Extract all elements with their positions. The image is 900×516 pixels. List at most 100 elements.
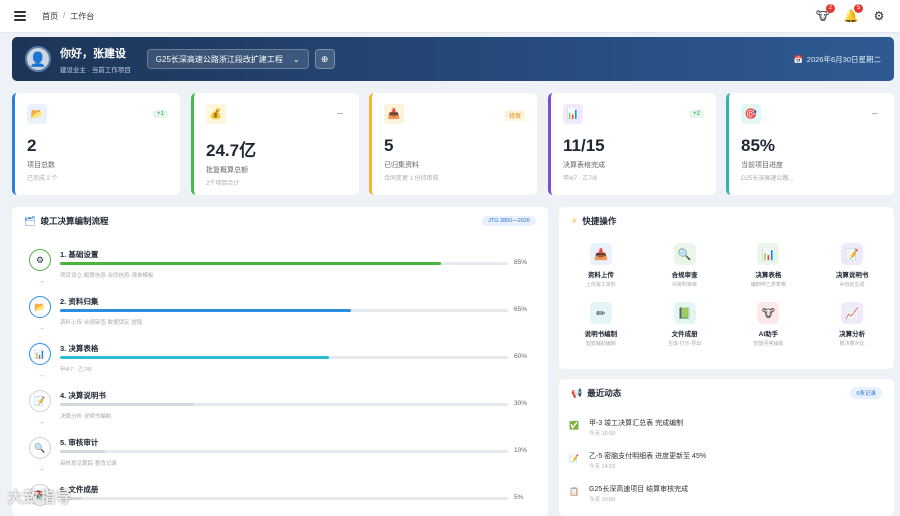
quick-action-item[interactable]: 🔍 合规审查 AI资料审核 xyxy=(643,243,727,288)
quick-action-title: AI助手 xyxy=(758,331,779,338)
quick-action-icon: 📥 xyxy=(589,243,612,265)
step-title: 2. 资料归集 xyxy=(60,297,99,306)
recent-activity-header: 📢 最近动态 6条记录 xyxy=(559,379,894,407)
quick-actions-title: 快捷操作 xyxy=(582,216,617,226)
stat-subtext: 甲4/7 · 乙7/8 xyxy=(563,176,598,182)
flow-step[interactable]: 📂 → 2. 资料归集 65% 资料上传·合规审查·数据锁定·提取 xyxy=(26,296,536,343)
flow-step[interactable]: 🔍 → 5. 审核审计 10% 审核意见跟踪·整改记录 xyxy=(26,437,536,484)
step-title: 3. 决算表格 xyxy=(60,344,99,353)
step-progress-fill xyxy=(60,309,352,312)
step-icon: 🔍 xyxy=(29,437,51,459)
activity-text: 甲-3 竣工决算汇总表 完成编制 xyxy=(589,420,684,427)
watermark: 大致指导 xyxy=(8,489,73,506)
step-progress-fill xyxy=(60,450,105,453)
lightning-icon: ⚡ xyxy=(571,215,578,226)
stat-card[interactable]: 📊 +2 11/15 决算表格完成 甲4/7 · 乙7/8 xyxy=(548,93,716,195)
flow-step[interactable]: 📚→6. 文件成册5% xyxy=(26,484,536,516)
project-select[interactable]: G25长深高速公路浙江段改扩建工程 ⌄ xyxy=(146,49,309,69)
step-percent: 30% xyxy=(514,400,528,407)
arrow-right-icon: → xyxy=(38,325,45,332)
arrow-right-icon: → xyxy=(38,419,45,426)
stat-card[interactable]: 📥 待审 5 已归集资料 合同变更 1 份待审核 xyxy=(369,93,537,195)
activity-text: 乙-5 密脑支付明细表 进度更新至 45% xyxy=(589,453,707,460)
add-project-button[interactable]: ⊕ xyxy=(314,49,335,69)
gear-icon[interactable]: ⚙ xyxy=(872,9,886,23)
quick-action-title: 文件成册 xyxy=(671,331,698,338)
activity-text: G25长深高速项目 结算审核完成 xyxy=(589,486,689,493)
megaphone-icon: 📢 xyxy=(571,387,583,398)
quick-actions-header: ⚡ 快捷操作 xyxy=(559,207,894,235)
step-percent: 5% xyxy=(514,494,524,501)
quick-action-item[interactable]: 📊 决算表格 编制甲乙类表格 xyxy=(727,243,811,288)
chevron-down-icon: ⌄ xyxy=(292,54,300,64)
flow-icon: 🗂 xyxy=(24,215,36,226)
bell-icon[interactable]: 🔔 5 xyxy=(844,4,863,23)
stat-card[interactable]: 🎯 — 85% 当前项目进度 G25长深高速公路... xyxy=(726,93,894,195)
step-description: 甲4/7 · 乙7/8 xyxy=(60,367,92,373)
arrow-right-icon: → xyxy=(38,372,45,379)
quick-action-item[interactable]: 📈 决算分析 概决算对比 xyxy=(810,302,894,347)
step-description: 审核意见跟踪·整改记录 xyxy=(60,461,117,467)
step-progress-track xyxy=(60,497,508,500)
stat-card[interactable]: 💰 — 24.7亿 批复概算总额 2个项目合计 xyxy=(191,93,359,195)
step-progress-track xyxy=(60,262,508,265)
menu-toggle-icon[interactable] xyxy=(14,11,26,21)
stat-value: 85% xyxy=(741,136,776,155)
avatar[interactable]: 👤 xyxy=(25,46,51,72)
quick-action-item[interactable]: 📥 资料上传 上传竣工资料 xyxy=(559,243,643,288)
stat-subtext: 合同变更 1 份待审核 xyxy=(384,176,439,182)
activity-time: 今天 10:00 xyxy=(589,497,616,503)
mascot-icon[interactable]: 🐮 2 xyxy=(816,4,835,23)
arrow-right-icon: → xyxy=(38,278,45,285)
gear-icon-glyph: ⚙ xyxy=(873,9,885,23)
flow-step[interactable]: ⚙ → 1. 基础设置 85% 项目设立·概算信息·合同信息·清单模板 xyxy=(26,249,536,296)
step-progress-fill xyxy=(60,356,329,359)
stat-label: 决算表格完成 xyxy=(563,162,605,169)
step-title: 1. 基础设置 xyxy=(60,250,99,259)
stat-icon: 🎯 xyxy=(741,104,761,124)
stat-subtext: 已完成 2 个 xyxy=(27,176,58,182)
quick-action-item[interactable]: ✏ 说明书编制 智能辅助编制 xyxy=(559,302,643,347)
step-progress-track xyxy=(60,450,508,453)
quick-action-icon: 📊 xyxy=(757,243,780,265)
flow-step[interactable]: 📝 → 4. 决算说明书 30% 决算分析·说明书编制 xyxy=(26,390,536,437)
quick-actions-panel: ⚡ 快捷操作 📥 资料上传 上传竣工资料 🔍 合规审查 AI资料审核 📊 决算表格 编制甲乙类表… xyxy=(559,207,894,369)
top-bar: 首页 / 工作台 🐮 2 🔔 5 ⚙ xyxy=(0,0,900,33)
greeting-text: 你好，张建设 xyxy=(60,47,126,60)
step-percent: 85% xyxy=(514,259,528,266)
welcome-banner: 👤 你好，张建设 建设业主 · 当前工作项目 G25长深高速公路浙江段改扩建工程… xyxy=(12,37,894,81)
quick-action-icon: 🐮 xyxy=(757,302,780,324)
step-percent: 60% xyxy=(514,353,528,360)
stat-trend-badge: — xyxy=(337,111,343,117)
quick-action-item[interactable]: 📝 决算说明书 AI自动生成 xyxy=(810,243,894,288)
step-title: 4. 决算说明书 xyxy=(60,391,106,400)
quick-action-item[interactable]: 📗 文件成册 生成·打印·导出 xyxy=(643,302,727,347)
standard-chip: JTG 3850—2026 xyxy=(482,216,536,226)
step-icon: 📊 xyxy=(29,343,51,365)
quick-action-subtitle: 生成·打印·导出 xyxy=(667,341,702,347)
stat-label: 当前项目进度 xyxy=(741,162,783,169)
quick-action-title: 资料上传 xyxy=(587,272,614,279)
step-description: 项目设立·概算信息·合同信息·清单模板 xyxy=(60,273,154,279)
stat-card[interactable]: 📂 +1 2 项目总数 已完成 2 个 xyxy=(12,93,180,195)
stat-trend-badge: 待审 xyxy=(504,110,525,121)
stat-value: 11/15 xyxy=(563,136,605,155)
quick-action-item[interactable]: 🐮 AI助手智能问答辅助 xyxy=(727,302,811,347)
stat-value: 24.7亿 xyxy=(206,141,257,160)
notification-badge: 5 xyxy=(854,4,863,13)
step-percent: 65% xyxy=(514,306,528,313)
stat-trend-badge: +1 xyxy=(153,110,168,118)
step-progress-track xyxy=(60,309,508,312)
step-progress-fill xyxy=(60,262,441,265)
step-percent: 10% xyxy=(514,447,528,454)
step-description: 资料上传·合规审查·数据锁定·提取 xyxy=(60,320,143,326)
breadcrumb-home[interactable]: 首页 xyxy=(42,11,58,22)
quick-action-subtitle: 智能问答辅助 xyxy=(753,341,784,347)
activity-time: 今天 16:50 xyxy=(589,431,616,437)
stat-subtext: G25长深高速公路... xyxy=(741,176,794,182)
step-title: 5. 审核审计 xyxy=(60,438,99,447)
stat-icon: 💰 xyxy=(206,104,226,124)
flow-panel-header: 🗂 竣工决算编制流程 JTG 3850—2026 xyxy=(12,207,548,235)
flow-step[interactable]: 📊 → 3. 决算表格 60% 甲4/7 · 乙7/8 xyxy=(26,343,536,390)
notification-badge: 2 xyxy=(826,4,835,13)
